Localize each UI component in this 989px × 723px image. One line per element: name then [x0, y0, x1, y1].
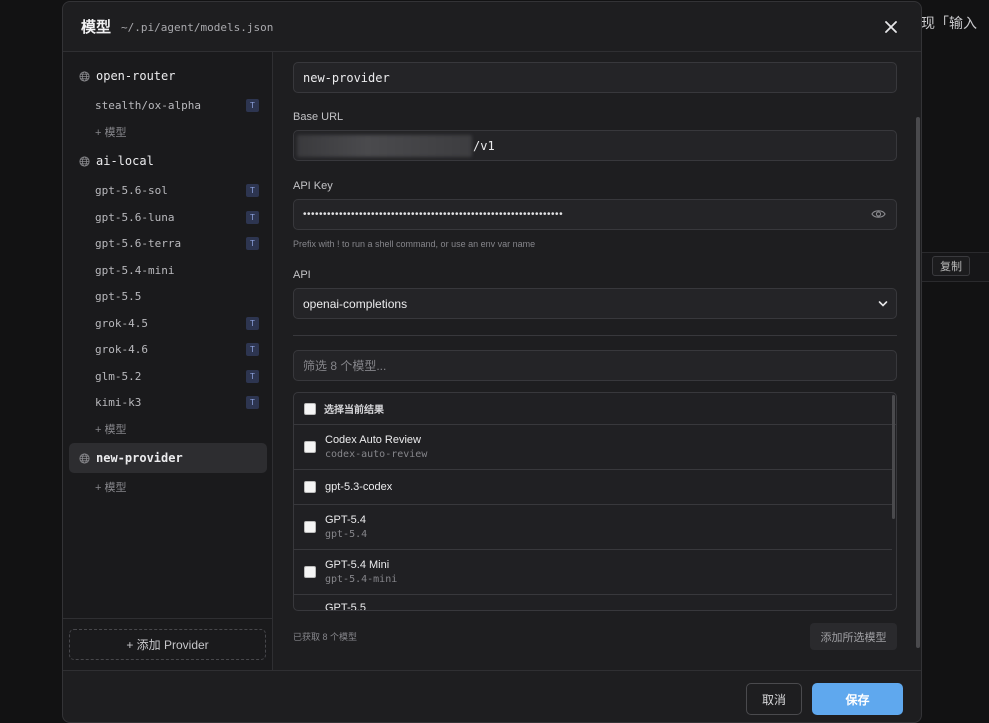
- model-name: glm-5.2: [95, 369, 142, 383]
- model-row[interactable]: gpt-5.3-codex: [294, 470, 892, 505]
- eye-icon[interactable]: [871, 208, 886, 220]
- provider-name: open-router: [96, 69, 176, 83]
- model-item[interactable]: gpt-5.6-terra T: [95, 232, 259, 254]
- add-model-link[interactable]: + 模型: [95, 124, 126, 140]
- model-name: gpt-5.6-sol: [95, 183, 168, 197]
- provider-name: ai-local: [96, 154, 154, 168]
- model-item[interactable]: grok-4.6 T: [95, 338, 259, 360]
- tools-badge: T: [246, 369, 259, 383]
- model-id: gpt-5.4: [325, 529, 368, 540]
- model-id: codex-auto-review: [325, 449, 428, 460]
- base-url-suffix: /v1: [473, 138, 495, 153]
- api-key-hint: Prefix with ! to run a shell command, or…: [293, 239, 536, 249]
- model-name: gpt-5.6-terra: [95, 236, 182, 250]
- model-item[interactable]: gpt-5.4-mini: [95, 259, 259, 281]
- provider-name-value: new-provider: [303, 70, 390, 85]
- add-selected-models-button[interactable]: 添加所选模型: [810, 623, 897, 650]
- model-checkbox[interactable]: [304, 481, 316, 493]
- chevron-down-icon: [878, 301, 888, 307]
- model-display-name: GPT-5.5: [325, 602, 366, 611]
- model-row[interactable]: GPT-5.4 gpt-5.4: [294, 505, 892, 550]
- tools-badge: T: [246, 183, 259, 197]
- base-url-label: Base URL: [293, 111, 344, 123]
- model-checkbox[interactable]: [304, 521, 316, 533]
- model-item[interactable]: gpt-5.6-sol T: [95, 179, 259, 201]
- tools-badge: T: [246, 395, 259, 409]
- base-url-input[interactable]: /v1: [293, 130, 897, 161]
- model-checkbox[interactable]: [304, 441, 316, 453]
- model-row[interactable]: Codex Auto Review codex-auto-review: [294, 425, 892, 470]
- model-checkbox[interactable]: [304, 566, 316, 578]
- background-text: 现「输入: [921, 15, 977, 31]
- model-item[interactable]: kimi-k3 T: [95, 391, 259, 413]
- model-item[interactable]: glm-5.2 T: [95, 365, 259, 387]
- api-key-masked: ••••••••••••••••••••••••••••••••••••••••…: [303, 209, 564, 220]
- model-item[interactable]: grok-4.5 T: [95, 312, 259, 334]
- select-all-label: 选择当前结果: [324, 405, 384, 416]
- model-display-name: gpt-5.3-codex: [325, 481, 393, 493]
- config-path: ~/.pi/agent/models.json: [121, 21, 274, 34]
- model-name: gpt-5.4-mini: [95, 263, 175, 277]
- dialog-header: 模型 ~/.pi/agent/models.json: [63, 2, 921, 52]
- model-display-name: GPT-5.4: [325, 514, 366, 526]
- model-display-name: Codex Auto Review: [325, 434, 421, 446]
- model-item[interactable]: stealth/ox-alpha T: [95, 94, 259, 116]
- copy-button[interactable]: 复制: [932, 256, 970, 276]
- model-row[interactable]: GPT-5.4 Mini gpt-5.4-mini: [294, 550, 892, 595]
- tools-badge: T: [246, 316, 259, 330]
- model-id: gpt-5.4-mini: [325, 574, 398, 585]
- select-all-checkbox[interactable]: [304, 402, 316, 415]
- api-select[interactable]: openai-completions: [293, 288, 897, 319]
- model-item[interactable]: gpt-5.6-luna T: [95, 206, 259, 228]
- model-name: stealth/ox-alpha: [95, 98, 201, 112]
- globe-icon: [79, 155, 90, 167]
- api-label: API: [293, 269, 311, 281]
- add-model-link[interactable]: + 模型: [95, 479, 126, 495]
- section-divider: [293, 335, 897, 336]
- add-model-link[interactable]: + 模型: [95, 421, 126, 437]
- model-name: grok-4.5: [95, 316, 148, 330]
- dialog-footer: 取消 保存: [63, 670, 921, 722]
- tools-badge: T: [246, 236, 259, 250]
- model-display-name: GPT-5.4 Mini: [325, 559, 390, 571]
- list-scrollbar[interactable]: [892, 395, 895, 519]
- model-item[interactable]: gpt-5.5: [95, 285, 259, 307]
- model-row[interactable]: GPT-5.5: [294, 595, 892, 611]
- close-button[interactable]: [881, 17, 901, 37]
- provider-new-provider[interactable]: new-provider: [69, 443, 267, 473]
- api-key-input[interactable]: ••••••••••••••••••••••••••••••••••••••••…: [293, 199, 897, 230]
- model-filter-input[interactable]: 筛选 8 个模型...: [293, 350, 897, 381]
- model-list: 选择当前结果 Codex Auto Review codex-auto-revi…: [293, 392, 897, 611]
- model-name: gpt-5.5: [95, 289, 142, 303]
- form-scrollbar[interactable]: [916, 117, 920, 648]
- close-icon: [885, 21, 897, 33]
- globe-icon: [79, 452, 90, 464]
- provider-form: new-provider Base URL /v1 API Key ••••••…: [274, 52, 921, 670]
- api-key-label: API Key: [293, 180, 333, 192]
- tools-badge: T: [246, 342, 259, 356]
- save-button[interactable]: 保存: [812, 683, 903, 715]
- redacted-url: [297, 134, 472, 157]
- api-select-value: openai-completions: [303, 296, 408, 311]
- dialog-title: 模型: [81, 19, 112, 36]
- provider-open-router[interactable]: open-router: [69, 61, 267, 91]
- model-name: kimi-k3: [95, 395, 142, 409]
- sidebar-footer: + 添加 Provider: [63, 618, 272, 670]
- add-provider-button[interactable]: + 添加 Provider: [69, 629, 266, 660]
- model-checkbox[interactable]: [304, 610, 316, 611]
- provider-name-input[interactable]: new-provider: [293, 62, 897, 93]
- provider-name: new-provider: [96, 451, 183, 465]
- fetched-count: 已获取 8 个模型: [293, 632, 358, 642]
- models-dialog: 模型 ~/.pi/agent/models.json open-router s…: [62, 1, 922, 723]
- globe-icon: [79, 70, 90, 82]
- tools-badge: T: [246, 210, 259, 224]
- model-name: grok-4.6: [95, 342, 148, 356]
- tools-badge: T: [246, 98, 259, 112]
- provider-sidebar: open-router stealth/ox-alpha T + 模型 ai-l…: [63, 52, 273, 670]
- provider-ai-local[interactable]: ai-local: [69, 146, 267, 176]
- select-all-row[interactable]: 选择当前结果: [294, 393, 896, 425]
- model-name: gpt-5.6-luna: [95, 210, 175, 224]
- cancel-button[interactable]: 取消: [746, 683, 802, 715]
